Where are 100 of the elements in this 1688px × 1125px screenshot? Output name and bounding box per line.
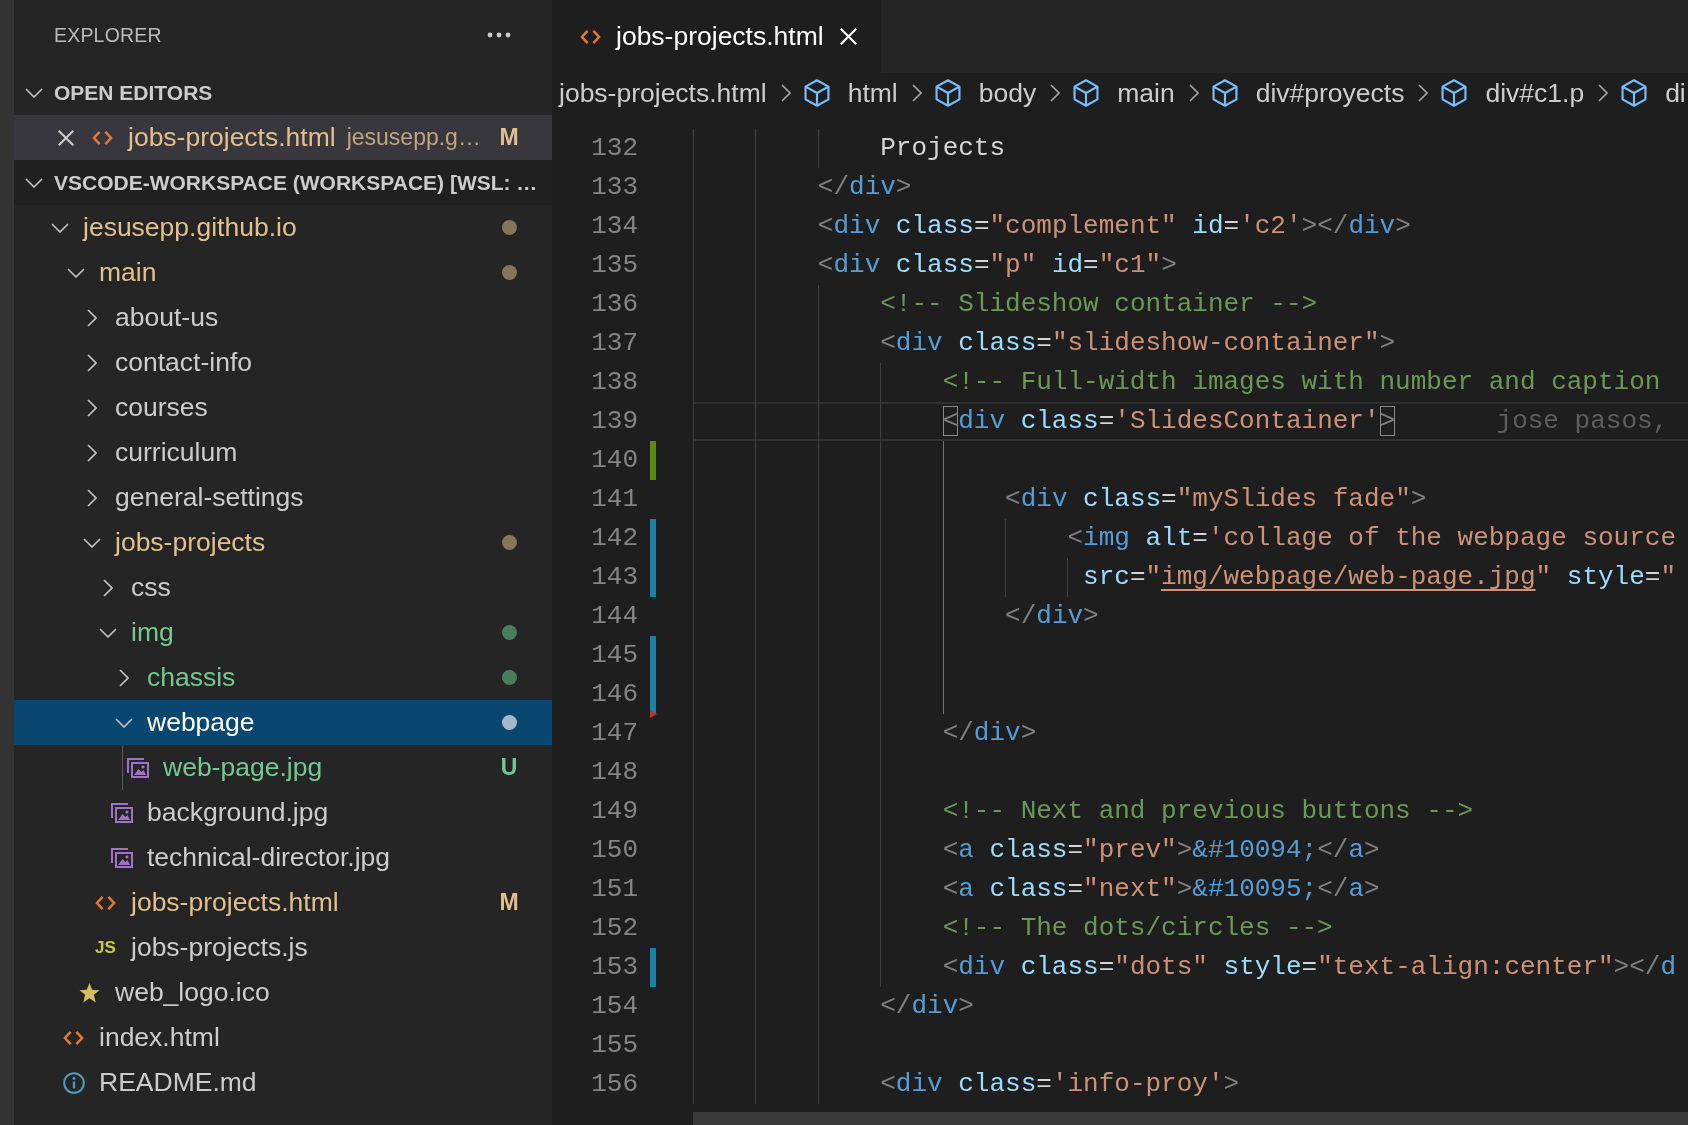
file-item[interactable]: web_logo.ico [14,970,552,1015]
angle-brackets-icon [580,28,601,45]
line-number: 153 [591,952,638,982]
chevron-right-icon [911,84,922,102]
chevron-right-icon [1188,84,1199,102]
star-icon [79,982,100,1003]
line-number: 142 [591,523,638,553]
code-line: </div> [880,991,974,1021]
code-line: <a class="prev">&#10094;</a> [942,835,1380,865]
chevron-down-icon[interactable] [99,627,117,638]
cube-icon [1441,79,1468,107]
code-line: <!-- Full-width images with number and caption [942,367,1661,397]
folder-item[interactable]: main [14,250,552,295]
folder-item[interactable]: about-us [14,295,552,340]
chevron-right-icon[interactable] [119,668,129,687]
folder-item[interactable]: webpage [14,700,552,745]
code-line: <div class="mySlides fade"> [1005,484,1427,514]
open-editor-item[interactable]: jobs-projects.html jesusepp.g… M [14,115,552,160]
folder-item[interactable]: jesusepp.github.io [14,205,552,250]
cube-icon [1621,79,1648,107]
breadcrumb-item[interactable]: main [1073,77,1175,109]
breadcrumb-item[interactable]: di [1621,77,1686,109]
line-number: 135 [591,250,638,280]
file-item[interactable]: README.md [14,1060,552,1105]
section-header[interactable]: VSCODE-WORKSPACE (WORKSPACE) [WSL: … [14,160,552,205]
close-icon[interactable] [57,128,75,147]
editor-tab[interactable]: jobs-projects.html [552,0,881,73]
line-number: 150 [591,835,638,865]
cube-icon [1073,79,1100,107]
file-item[interactable]: technical-director.jpg [14,835,552,880]
line-number: 146 [591,679,638,709]
angle-brackets-icon [92,129,113,146]
triangle-marker-icon[interactable] [650,710,657,718]
line-number: 133 [591,172,638,202]
image-icon [127,757,149,778]
line-number: 156 [591,1069,638,1099]
git-status-letter: M [499,124,519,151]
breadcrumb-item[interactable]: body [934,77,1037,109]
angle-brackets-icon [63,1029,84,1046]
chevron-right-icon[interactable] [87,308,97,327]
folder-item[interactable]: chassis [14,655,552,700]
more-actions-icon[interactable] [487,32,511,38]
line-number: 137 [591,328,638,358]
image-icon [111,802,133,823]
code-line: <a class="next">&#10095;</a> [942,874,1380,904]
code-line: <div class='info-proy'> [880,1069,1240,1099]
folder-item[interactable]: css [14,565,552,610]
folder-item[interactable]: general-settings [14,475,552,520]
line-number: 145 [591,640,638,670]
file-item[interactable]: index.html [14,1015,552,1060]
code-line: Projects [880,133,1006,163]
breadcrumb-item[interactable]: div#c1.p [1441,77,1585,109]
section-header[interactable]: OPEN EDITORS [14,70,552,115]
chevron-down-icon[interactable] [25,87,43,98]
breadcrumb-item[interactable]: div#proyects [1211,77,1405,109]
chevron-down-icon[interactable] [67,267,85,278]
line-number: 134 [591,211,638,241]
folder-item[interactable]: contact-info [14,340,552,385]
line-number: 154 [591,991,638,1021]
line-number: 140 [591,445,638,475]
horizontal-scrollbar[interactable] [693,1112,1688,1125]
code-line: <!-- Next and previous buttons --> [942,796,1474,826]
line-number: 152 [591,913,638,943]
breadcrumb-item[interactable]: html [803,77,898,109]
line-number: 141 [591,484,638,514]
folder-item[interactable]: img [14,610,552,655]
chevron-down-icon[interactable] [51,222,69,233]
file-item[interactable]: JS jobs-projects.js [14,925,552,970]
file-item[interactable]: web-page.jpg U [14,745,552,790]
chevron-down-icon[interactable] [25,177,43,188]
breadcrumb-item[interactable]: jobs-projects.html [559,77,767,109]
line-number: 148 [591,757,638,787]
chevron-down-icon[interactable] [115,717,133,728]
chevron-right-icon[interactable] [103,578,113,597]
git-status-letter: M [499,889,519,916]
code-line: <div class="complement" id='c2'></div> [817,211,1411,241]
chevron-right-icon[interactable] [87,353,97,372]
line-number: 155 [591,1030,638,1060]
sidebar-title: EXPLORER [54,23,162,47]
chevron-right-icon[interactable] [87,443,97,462]
line-number: 138 [591,367,638,397]
chevron-right-icon [1418,84,1429,102]
cube-icon [934,79,961,107]
cube-icon [1211,79,1238,107]
folder-item[interactable]: jobs-projects [14,520,552,565]
code-line: <!-- The dots/circles --> [942,913,1333,943]
line-number: 144 [591,601,638,631]
chevron-down-icon[interactable] [83,537,101,548]
code-line: </div> [942,718,1037,748]
line-number: 143 [591,562,638,592]
line-number: 139 [591,406,638,436]
chevron-right-icon[interactable] [87,488,97,507]
code-line: <div class="p" id="c1"> [817,250,1177,280]
folder-item[interactable]: courses [14,385,552,430]
file-item[interactable]: jobs-projects.html M [14,880,552,925]
chevron-right-icon [1598,84,1609,102]
file-item[interactable]: background.jpg [14,790,552,835]
chevron-right-icon[interactable] [87,398,97,417]
path-description: jesusepp.g… [346,124,481,151]
folder-item[interactable]: curriculum [14,430,552,475]
